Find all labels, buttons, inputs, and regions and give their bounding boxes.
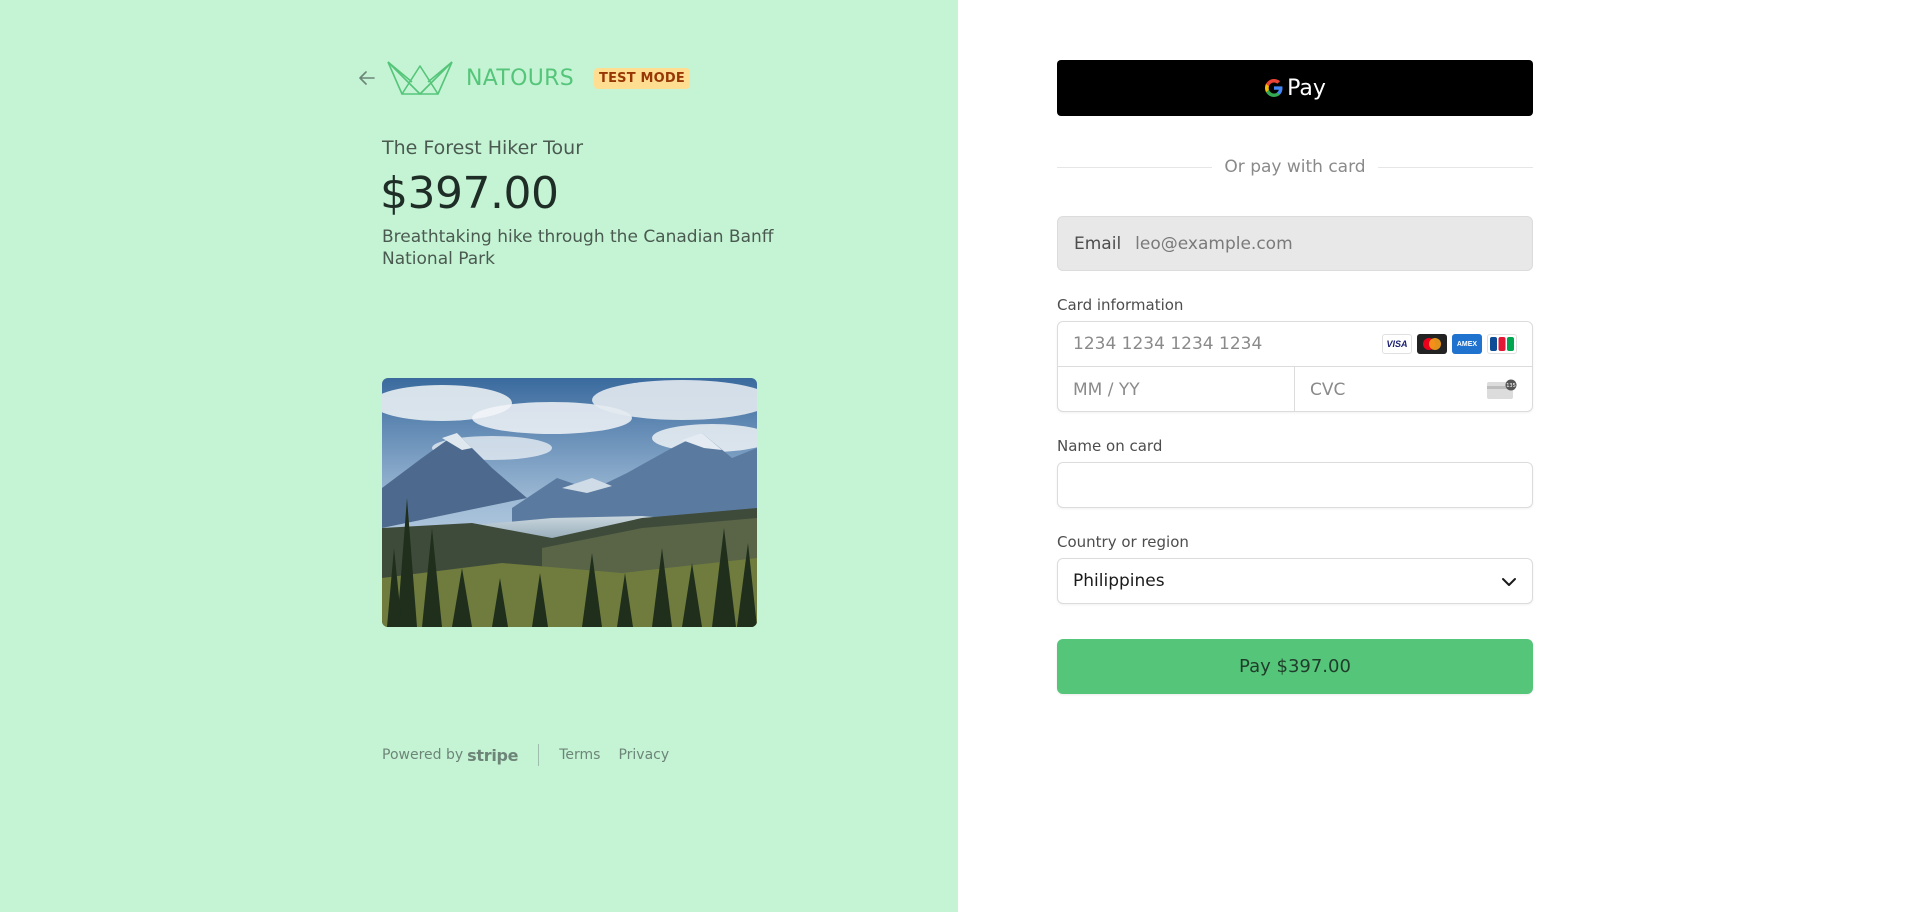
- amex-icon: AMEX: [1452, 334, 1482, 354]
- name-on-card-label: Name on card: [1057, 437, 1163, 455]
- jcb-icon: [1487, 334, 1517, 354]
- card-brands: VISA AMEX: [1377, 334, 1517, 354]
- order-summary-panel: NATOURS TEST MODE The Forest Hiker Tour …: [0, 0, 958, 912]
- country-select[interactable]: Philippines: [1057, 558, 1533, 604]
- stripe-logo[interactable]: stripe: [467, 746, 518, 765]
- google-pay-label: Pay: [1287, 75, 1326, 101]
- header: NATOURS TEST MODE: [356, 60, 690, 96]
- or-pay-with-card-divider: Or pay with card: [1057, 156, 1534, 178]
- card-cvc-input[interactable]: CVC 135: [1295, 367, 1532, 412]
- arrow-left-icon: [359, 71, 375, 85]
- card-number-placeholder: 1234 1234 1234 1234: [1073, 334, 1263, 354]
- divider-line-left: [1057, 166, 1213, 168]
- crown-logo-icon: [386, 60, 454, 96]
- email-label: Email: [1074, 233, 1122, 254]
- divider-text: Or pay with card: [1224, 157, 1366, 177]
- product-price: $397.00: [380, 168, 559, 219]
- name-on-card-input[interactable]: [1057, 462, 1533, 508]
- card-cvc-placeholder: CVC: [1310, 379, 1346, 400]
- divider-line-right: [1377, 166, 1534, 168]
- card-expiry-placeholder: MM / YY: [1073, 379, 1140, 400]
- product-name: The Forest Hiker Tour: [382, 137, 584, 159]
- google-g-icon: [1265, 79, 1283, 97]
- chevron-down-icon: [1502, 578, 1516, 586]
- country-selected-value: Philippines: [1073, 571, 1165, 591]
- pay-button-label: Pay $397.00: [1239, 656, 1351, 677]
- card-information-label: Card information: [1057, 296, 1184, 314]
- card-information-group: 1234 1234 1234 1234 VISA AMEX MM / YY CV…: [1057, 321, 1533, 412]
- card-expiry-input[interactable]: MM / YY: [1058, 367, 1295, 412]
- email-field[interactable]: Email leo@example.com: [1057, 216, 1533, 271]
- product-description: Breathtaking hike through the Canadian B…: [382, 227, 774, 269]
- back-button[interactable]: [356, 67, 378, 89]
- country-label: Country or region: [1057, 533, 1189, 551]
- powered-by-text: Powered by: [382, 747, 464, 763]
- cvc-badge-text: 135: [1506, 383, 1516, 389]
- pay-button[interactable]: Pay $397.00: [1057, 639, 1533, 694]
- privacy-link[interactable]: Privacy: [618, 747, 669, 763]
- tour-image: [382, 378, 757, 627]
- test-mode-badge: TEST MODE: [594, 67, 690, 89]
- card-number-input[interactable]: 1234 1234 1234 1234 VISA AMEX: [1058, 322, 1532, 367]
- brand-name: NATOURS: [466, 65, 575, 91]
- cvc-card-icon: 135: [1487, 379, 1517, 399]
- card-row-expiry-cvc: MM / YY CVC 135: [1058, 367, 1532, 412]
- google-pay-button[interactable]: Pay: [1057, 60, 1533, 116]
- footer: Powered by stripe Terms Privacy: [382, 744, 687, 766]
- mastercard-icon: [1417, 334, 1447, 354]
- terms-link[interactable]: Terms: [559, 747, 600, 763]
- visa-icon: VISA: [1382, 334, 1412, 354]
- footer-divider: [538, 744, 540, 766]
- email-value: leo@example.com: [1135, 233, 1293, 254]
